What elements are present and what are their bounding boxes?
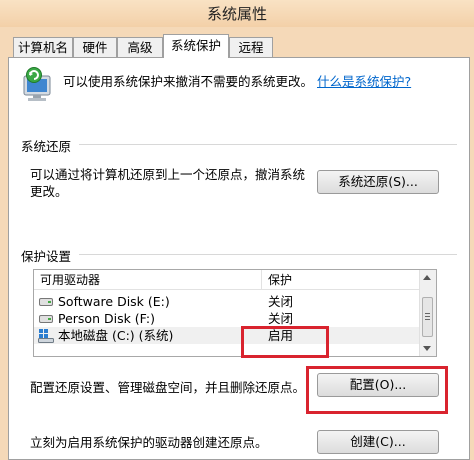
title-bar[interactable]: 系统属性	[0, 0, 474, 27]
protection-divider	[79, 254, 457, 255]
drive-row-f[interactable]: Person Disk (F:) 关闭	[34, 310, 421, 327]
column-header-drive[interactable]: 可用驱动器	[34, 270, 262, 290]
restore-heading: 系统还原	[21, 139, 72, 154]
scroll-down-arrow-icon[interactable]	[423, 346, 431, 351]
intro-text: 可以使用系统保护来撤消不需要的系统更改。 什么是系统保护?	[63, 74, 412, 89]
drive-list-scrollbar[interactable]	[419, 270, 436, 356]
drive-icon	[39, 297, 53, 307]
drive-list[interactable]: 可用驱动器 保护 Software Disk (E:) 关闭 Person Di…	[33, 269, 437, 357]
create-description: 立刻为启用系统保护的驱动器创建还原点。	[30, 435, 268, 450]
drive-row-e[interactable]: Software Disk (E:) 关闭	[34, 293, 421, 310]
tab-hardware[interactable]: 硬件	[73, 37, 117, 57]
scroll-up-arrow-icon[interactable]	[423, 275, 431, 280]
restore-divider	[79, 144, 457, 145]
window-title: 系统属性	[206, 5, 267, 23]
protection-heading: 保护设置	[21, 249, 72, 264]
tab-computer-name[interactable]: 计算机名	[13, 37, 73, 57]
highlight-configure-button	[306, 366, 448, 414]
create-button[interactable]: 创建(C)...	[317, 430, 439, 454]
drive-row-c[interactable]: 本地磁盘 (C:) (系统) 启用	[34, 327, 421, 344]
scroll-thumb[interactable]	[422, 297, 433, 337]
configure-description: 配置还原设置、管理磁盘空间，并且删除还原点。	[30, 380, 306, 395]
what-is-system-protection-link[interactable]: 什么是系统保护?	[317, 74, 411, 89]
drive-icon	[39, 314, 53, 324]
tab-remote[interactable]: 远程	[229, 37, 273, 57]
restore-description: 可以通过将计算机还原到上一个还原点，撤消系统 更改。	[30, 167, 306, 199]
column-header-protection[interactable]: 保护	[262, 270, 422, 290]
system-protection-icon	[21, 66, 59, 104]
tab-advanced[interactable]: 高级	[117, 37, 163, 57]
system-restore-button[interactable]: 系统还原(S)...	[317, 170, 439, 194]
highlight-enabled-status	[241, 326, 329, 358]
tab-system-protection[interactable]: 系统保护	[163, 34, 229, 58]
system-drive-icon	[38, 328, 54, 343]
